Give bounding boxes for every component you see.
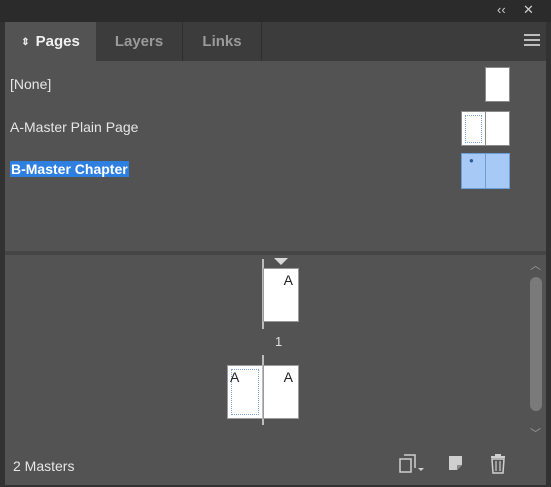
scroll-up-icon[interactable]: ︿ bbox=[530, 257, 541, 273]
person-icon: ● bbox=[469, 156, 474, 165]
master-thumbnail-a-right[interactable] bbox=[485, 111, 510, 146]
panel-menu-icon[interactable] bbox=[524, 34, 540, 49]
master-thumbnail-a-left[interactable] bbox=[461, 111, 486, 146]
page-thumbnail-1[interactable]: A bbox=[263, 268, 299, 322]
tab-pages[interactable]: ⇕ Pages bbox=[5, 22, 96, 61]
masters-list: [None] A-Master Plain Page B-Master Chap… bbox=[5, 61, 546, 251]
tab-links[interactable]: Links bbox=[183, 22, 261, 61]
tab-separator bbox=[261, 22, 262, 61]
tab-links-label: Links bbox=[202, 33, 242, 50]
applied-master-letter: A bbox=[283, 272, 293, 288]
master-item-a[interactable]: A-Master Plain Page bbox=[10, 119, 138, 135]
applied-master-letter: A bbox=[230, 369, 240, 385]
page-number-1: 1 bbox=[275, 334, 283, 349]
status-text: 2 Masters bbox=[13, 458, 75, 474]
scroll-thumb[interactable] bbox=[530, 277, 542, 411]
tab-layers[interactable]: Layers bbox=[96, 22, 182, 61]
double-chevron-left-icon[interactable]: ‹‹ bbox=[497, 2, 506, 18]
master-thumbnail-b-right[interactable] bbox=[485, 153, 510, 189]
current-page-indicator-icon bbox=[274, 258, 288, 265]
page-thumbnail-3[interactable]: A bbox=[263, 365, 299, 419]
tab-layers-label: Layers bbox=[114, 33, 164, 50]
edit-page-size-icon[interactable] bbox=[398, 453, 426, 480]
master-thumbnail-b-left[interactable]: ● bbox=[461, 153, 486, 189]
master-item-none[interactable]: [None] bbox=[10, 76, 51, 92]
trash-icon[interactable] bbox=[488, 453, 508, 480]
pages-panel: ⇕ Pages Layers Links [None] A-Master Plai… bbox=[5, 22, 546, 485]
close-icon[interactable]: ✕ bbox=[523, 2, 534, 18]
pages-scrollbar[interactable]: ︿ ﹀ bbox=[526, 255, 546, 443]
page-thumbnail-2[interactable]: A bbox=[227, 365, 263, 419]
tab-bar: ⇕ Pages Layers Links bbox=[5, 22, 546, 61]
sort-arrows-icon: ⇕ bbox=[21, 37, 30, 48]
new-page-icon[interactable] bbox=[446, 453, 466, 480]
pages-area: A 1 A A bbox=[5, 255, 526, 443]
master-item-b[interactable]: B-Master Chapter bbox=[10, 161, 129, 177]
tab-pages-label: Pages bbox=[35, 33, 80, 50]
panel-title-bar: ‹‹ ✕ bbox=[0, 0, 551, 22]
master-thumbnail-none[interactable] bbox=[485, 67, 510, 102]
panel-footer: 2 Masters bbox=[5, 443, 546, 485]
scroll-down-icon[interactable]: ﹀ bbox=[530, 425, 541, 441]
applied-master-letter: A bbox=[283, 369, 293, 385]
